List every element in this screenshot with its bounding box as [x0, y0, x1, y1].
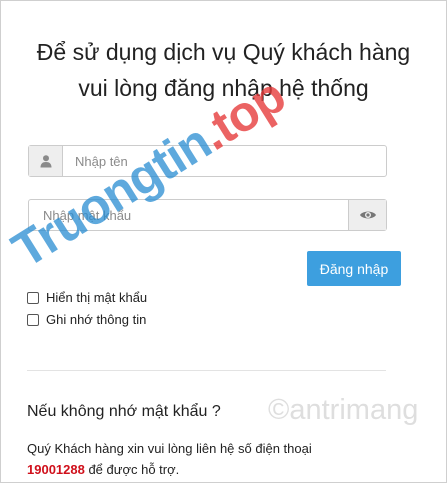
contact-text-after: để được hỗ trợ.: [84, 462, 180, 477]
forgot-password-title: Nếu không nhớ mật khẩu ?: [27, 403, 221, 420]
password-input[interactable]: [29, 200, 348, 230]
show-password-checkbox[interactable]: [27, 291, 39, 304]
password-field-group: [28, 199, 387, 231]
remember-checkbox[interactable]: [27, 313, 39, 326]
show-password-label: Hiển thị mật khẩu: [46, 290, 148, 305]
eye-icon[interactable]: [348, 200, 386, 230]
show-password-checkbox-row[interactable]: Hiển thị mật khẩu: [27, 290, 147, 305]
divider: [27, 370, 386, 371]
contact-info: Quý Khách hàng xin vui lòng liên hệ số đ…: [27, 438, 407, 480]
user-icon: [29, 146, 63, 176]
support-phone: 19001288: [27, 462, 85, 477]
contact-text: Quý Khách hàng xin vui lòng liên hệ số đ…: [27, 441, 312, 456]
remember-label: Ghi nhớ thông tin: [46, 312, 147, 327]
username-input[interactable]: [63, 146, 386, 176]
page-title: Để sử dụng dịch vụ Quý khách hàng vui lò…: [36, 39, 411, 101]
login-button[interactable]: Đăng nhập: [307, 251, 401, 286]
username-field-group: [28, 145, 387, 177]
remember-checkbox-row[interactable]: Ghi nhớ thông tin: [27, 312, 146, 327]
